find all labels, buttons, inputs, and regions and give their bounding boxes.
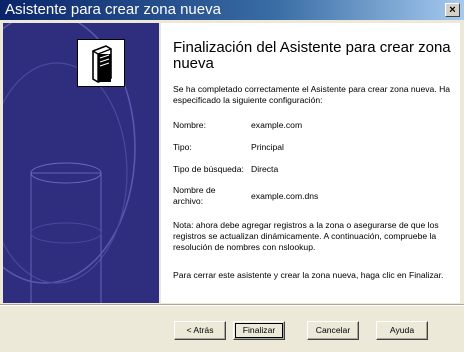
help-button[interactable]: Ayuda — [376, 321, 428, 340]
back-button-label: < Atrás — [186, 325, 214, 335]
note-text: Nota: ahora debe agregar registros a la … — [173, 220, 439, 252]
summary-label: Tipo: — [173, 142, 192, 152]
finish-button-label: Finalizar — [242, 325, 276, 335]
button-separator — [0, 304, 464, 306]
summary-value: example.com.dns — [251, 191, 319, 201]
window-title: Asistente para crear zona nueva — [5, 1, 221, 18]
title-bar[interactable]: Asistente para crear zona nueva × — [0, 0, 464, 20]
close-button[interactable]: × — [445, 3, 460, 17]
back-button[interactable]: < Atrás — [174, 321, 226, 340]
summary-value: Principal — [251, 142, 284, 152]
help-button-label: Ayuda — [389, 325, 415, 335]
cancel-button[interactable]: Cancelar — [307, 321, 359, 340]
summary-label: Nombre de archivo: — [173, 185, 216, 206]
intro-text: Se ha completado correctamente el Asiste… — [173, 84, 451, 105]
wizard-side-panel — [3, 23, 159, 303]
cancel-button-label: Cancelar — [315, 325, 351, 335]
wizard-content: Finalización del Asistente para crear zo… — [161, 23, 460, 303]
finish-button[interactable]: Finalizar — [233, 321, 285, 340]
page-title: Finalización del Asistente para crear zo… — [173, 39, 451, 72]
close-icon: × — [449, 4, 456, 16]
summary-value: example.com — [251, 120, 303, 130]
server-document-icon — [77, 39, 125, 87]
summary-label: Nombre: — [173, 120, 206, 130]
summary-label: Tipo de búsqueda: — [173, 164, 244, 174]
wizard-window: Asistente para crear zona nueva × Finali… — [0, 0, 464, 352]
closing-text: Para cerrar este asistente y crear la zo… — [173, 270, 444, 280]
summary-value: Directa — [251, 164, 279, 174]
